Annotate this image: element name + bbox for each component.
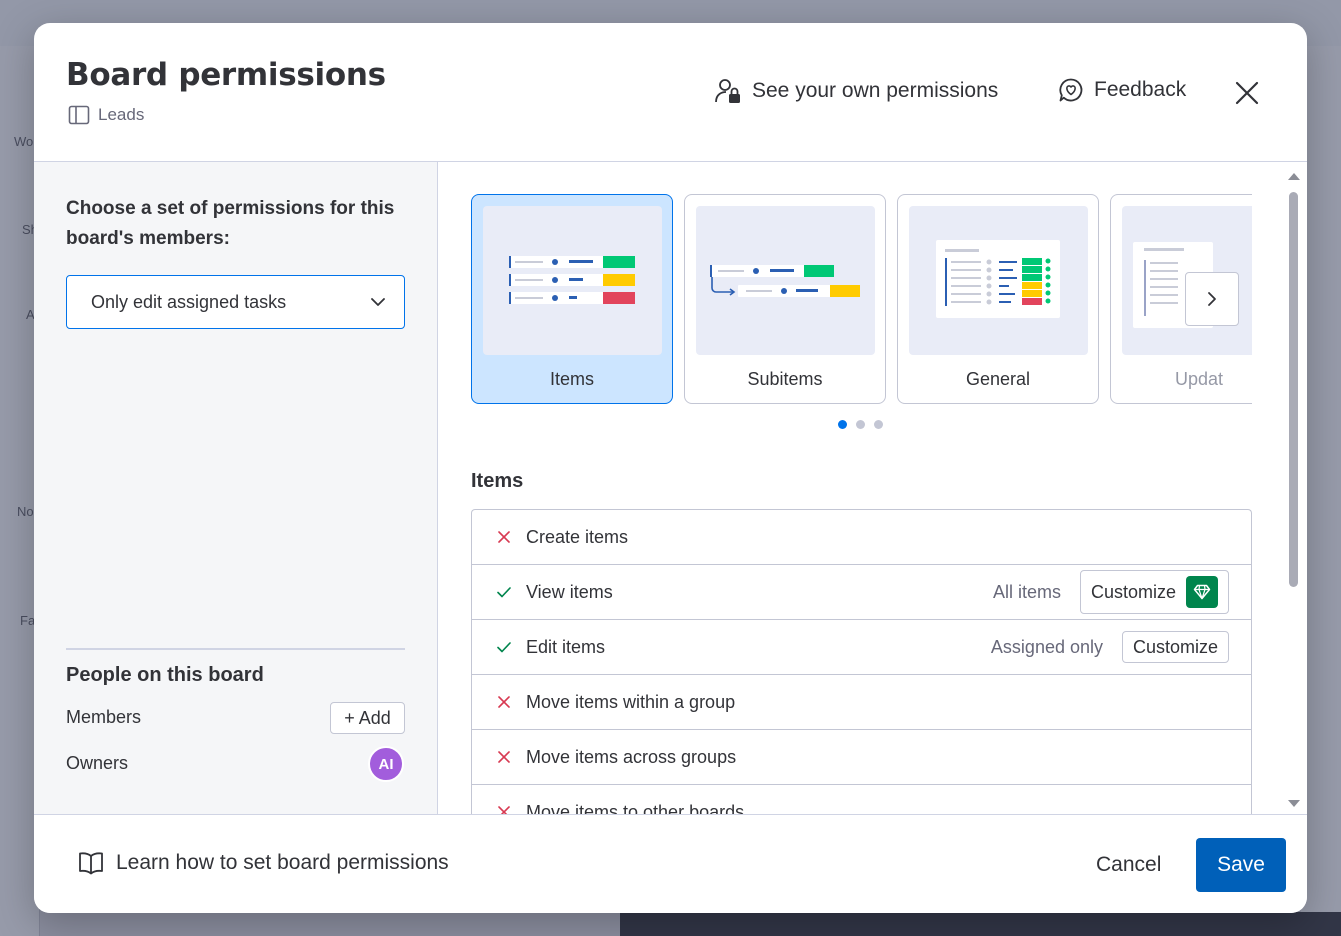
learn-permissions-link[interactable]: Learn how to set board permissions (78, 851, 449, 875)
category-card-label: General (965, 369, 1031, 389)
divider (66, 648, 405, 650)
add-member-button[interactable]: + Add (330, 702, 405, 734)
category-card-subitems[interactable]: Subitems (684, 194, 886, 404)
cross-icon (498, 751, 510, 763)
scroll-down-icon[interactable] (1284, 796, 1304, 810)
chevron-down-icon (371, 298, 385, 306)
permission-row: Move items within a group (472, 675, 1251, 730)
scrollbar-thumb[interactable] (1289, 192, 1298, 587)
save-button[interactable]: Save (1196, 838, 1286, 892)
carousel-pagination (838, 420, 883, 429)
board-name: Leads (98, 105, 145, 124)
category-card-label: Subitems (747, 369, 823, 389)
carousel-dot[interactable] (838, 420, 847, 429)
cross-icon (498, 806, 510, 814)
permission-label: Move items across groups (526, 746, 737, 767)
permission-row: Move items across groups (472, 730, 1251, 785)
dialog-footer: Learn how to set board permissions Cance… (34, 814, 1307, 913)
check-icon (497, 587, 511, 598)
feedback-button[interactable]: Feedback (1058, 77, 1186, 103)
check-icon (497, 642, 511, 653)
cross-icon (498, 696, 510, 708)
permission-label: Edit items (526, 636, 606, 657)
dialog-title: Board permissions (66, 57, 386, 93)
close-icon[interactable] (1232, 78, 1262, 108)
subitems-illustration (696, 206, 875, 355)
carousel-dot[interactable] (856, 420, 865, 429)
feedback-icon (1059, 78, 1083, 102)
members-label: Members (66, 707, 142, 727)
customize-label: Customize (1090, 581, 1176, 602)
permission-category-carousel: Items Subitems General Updat (471, 194, 1252, 406)
permission-preset-panel: Choose a set of permissions for this boa… (34, 162, 438, 814)
customize-label: Customize (1132, 636, 1218, 657)
see-own-permissions-label: See your own permissions (752, 79, 999, 102)
items-section-title: Items (471, 470, 524, 492)
permission-row: View items All items Customize (472, 565, 1251, 620)
board-permissions-dialog: Board permissions Leads See your own per… (34, 23, 1307, 913)
board-icon (68, 105, 90, 125)
carousel-dot[interactable] (874, 420, 883, 429)
customize-edit-items-button[interactable]: Customize (1121, 631, 1229, 663)
chevron-right-icon (1208, 292, 1216, 306)
general-illustration (909, 206, 1088, 355)
panel-scrollbar[interactable] (1284, 170, 1304, 812)
permission-value: Assigned only (990, 636, 1103, 657)
permissions-detail-panel: Items Subitems General Updat Items Creat… (439, 162, 1307, 814)
carousel-next-button[interactable] (1185, 272, 1239, 326)
permission-row: Edit items Assigned only Customize (472, 620, 1251, 675)
owners-label: Owners (66, 753, 129, 773)
person-lock-icon (715, 79, 740, 103)
category-card-label: Items (549, 369, 594, 389)
diamond-icon (1193, 584, 1211, 600)
items-permission-list: Create items View items All items Custom… (471, 509, 1252, 814)
see-own-permissions-button[interactable]: See your own permissions (714, 77, 998, 105)
premium-badge (1186, 576, 1218, 608)
permission-value: All items (992, 581, 1061, 602)
category-card-items[interactable]: Items (471, 194, 673, 404)
permission-label: Move items within a group (526, 691, 736, 712)
permission-row: Create items (472, 510, 1251, 565)
scroll-up-icon[interactable] (1284, 170, 1304, 184)
cross-icon (498, 531, 510, 543)
people-section-title: People on this board (66, 664, 264, 686)
learn-permissions-label: Learn how to set board permissions (116, 851, 449, 874)
permission-row: Move items to other boards (472, 785, 1251, 814)
book-icon (79, 852, 103, 875)
cancel-button[interactable]: Cancel (1096, 853, 1161, 877)
category-card-general[interactable]: General (897, 194, 1099, 404)
choose-permissions-label: Choose a set of permissions for this boa… (66, 198, 395, 249)
permission-label: Create items (526, 526, 629, 547)
board-breadcrumb: Leads (68, 105, 144, 125)
customize-view-items-button[interactable]: Customize (1079, 570, 1229, 614)
permission-preset-dropdown[interactable]: Only edit assigned tasks (66, 275, 405, 329)
dialog-header: Board permissions Leads See your own per… (34, 23, 1307, 162)
permission-label: View items (526, 581, 613, 602)
items-illustration (483, 206, 662, 355)
category-card-label: Updat (1175, 369, 1224, 389)
owner-avatar[interactable]: AI (368, 746, 404, 782)
permission-preset-value: Only edit assigned tasks (91, 291, 287, 312)
permission-label: Move items to other boards (526, 801, 745, 815)
feedback-label: Feedback (1094, 78, 1187, 101)
